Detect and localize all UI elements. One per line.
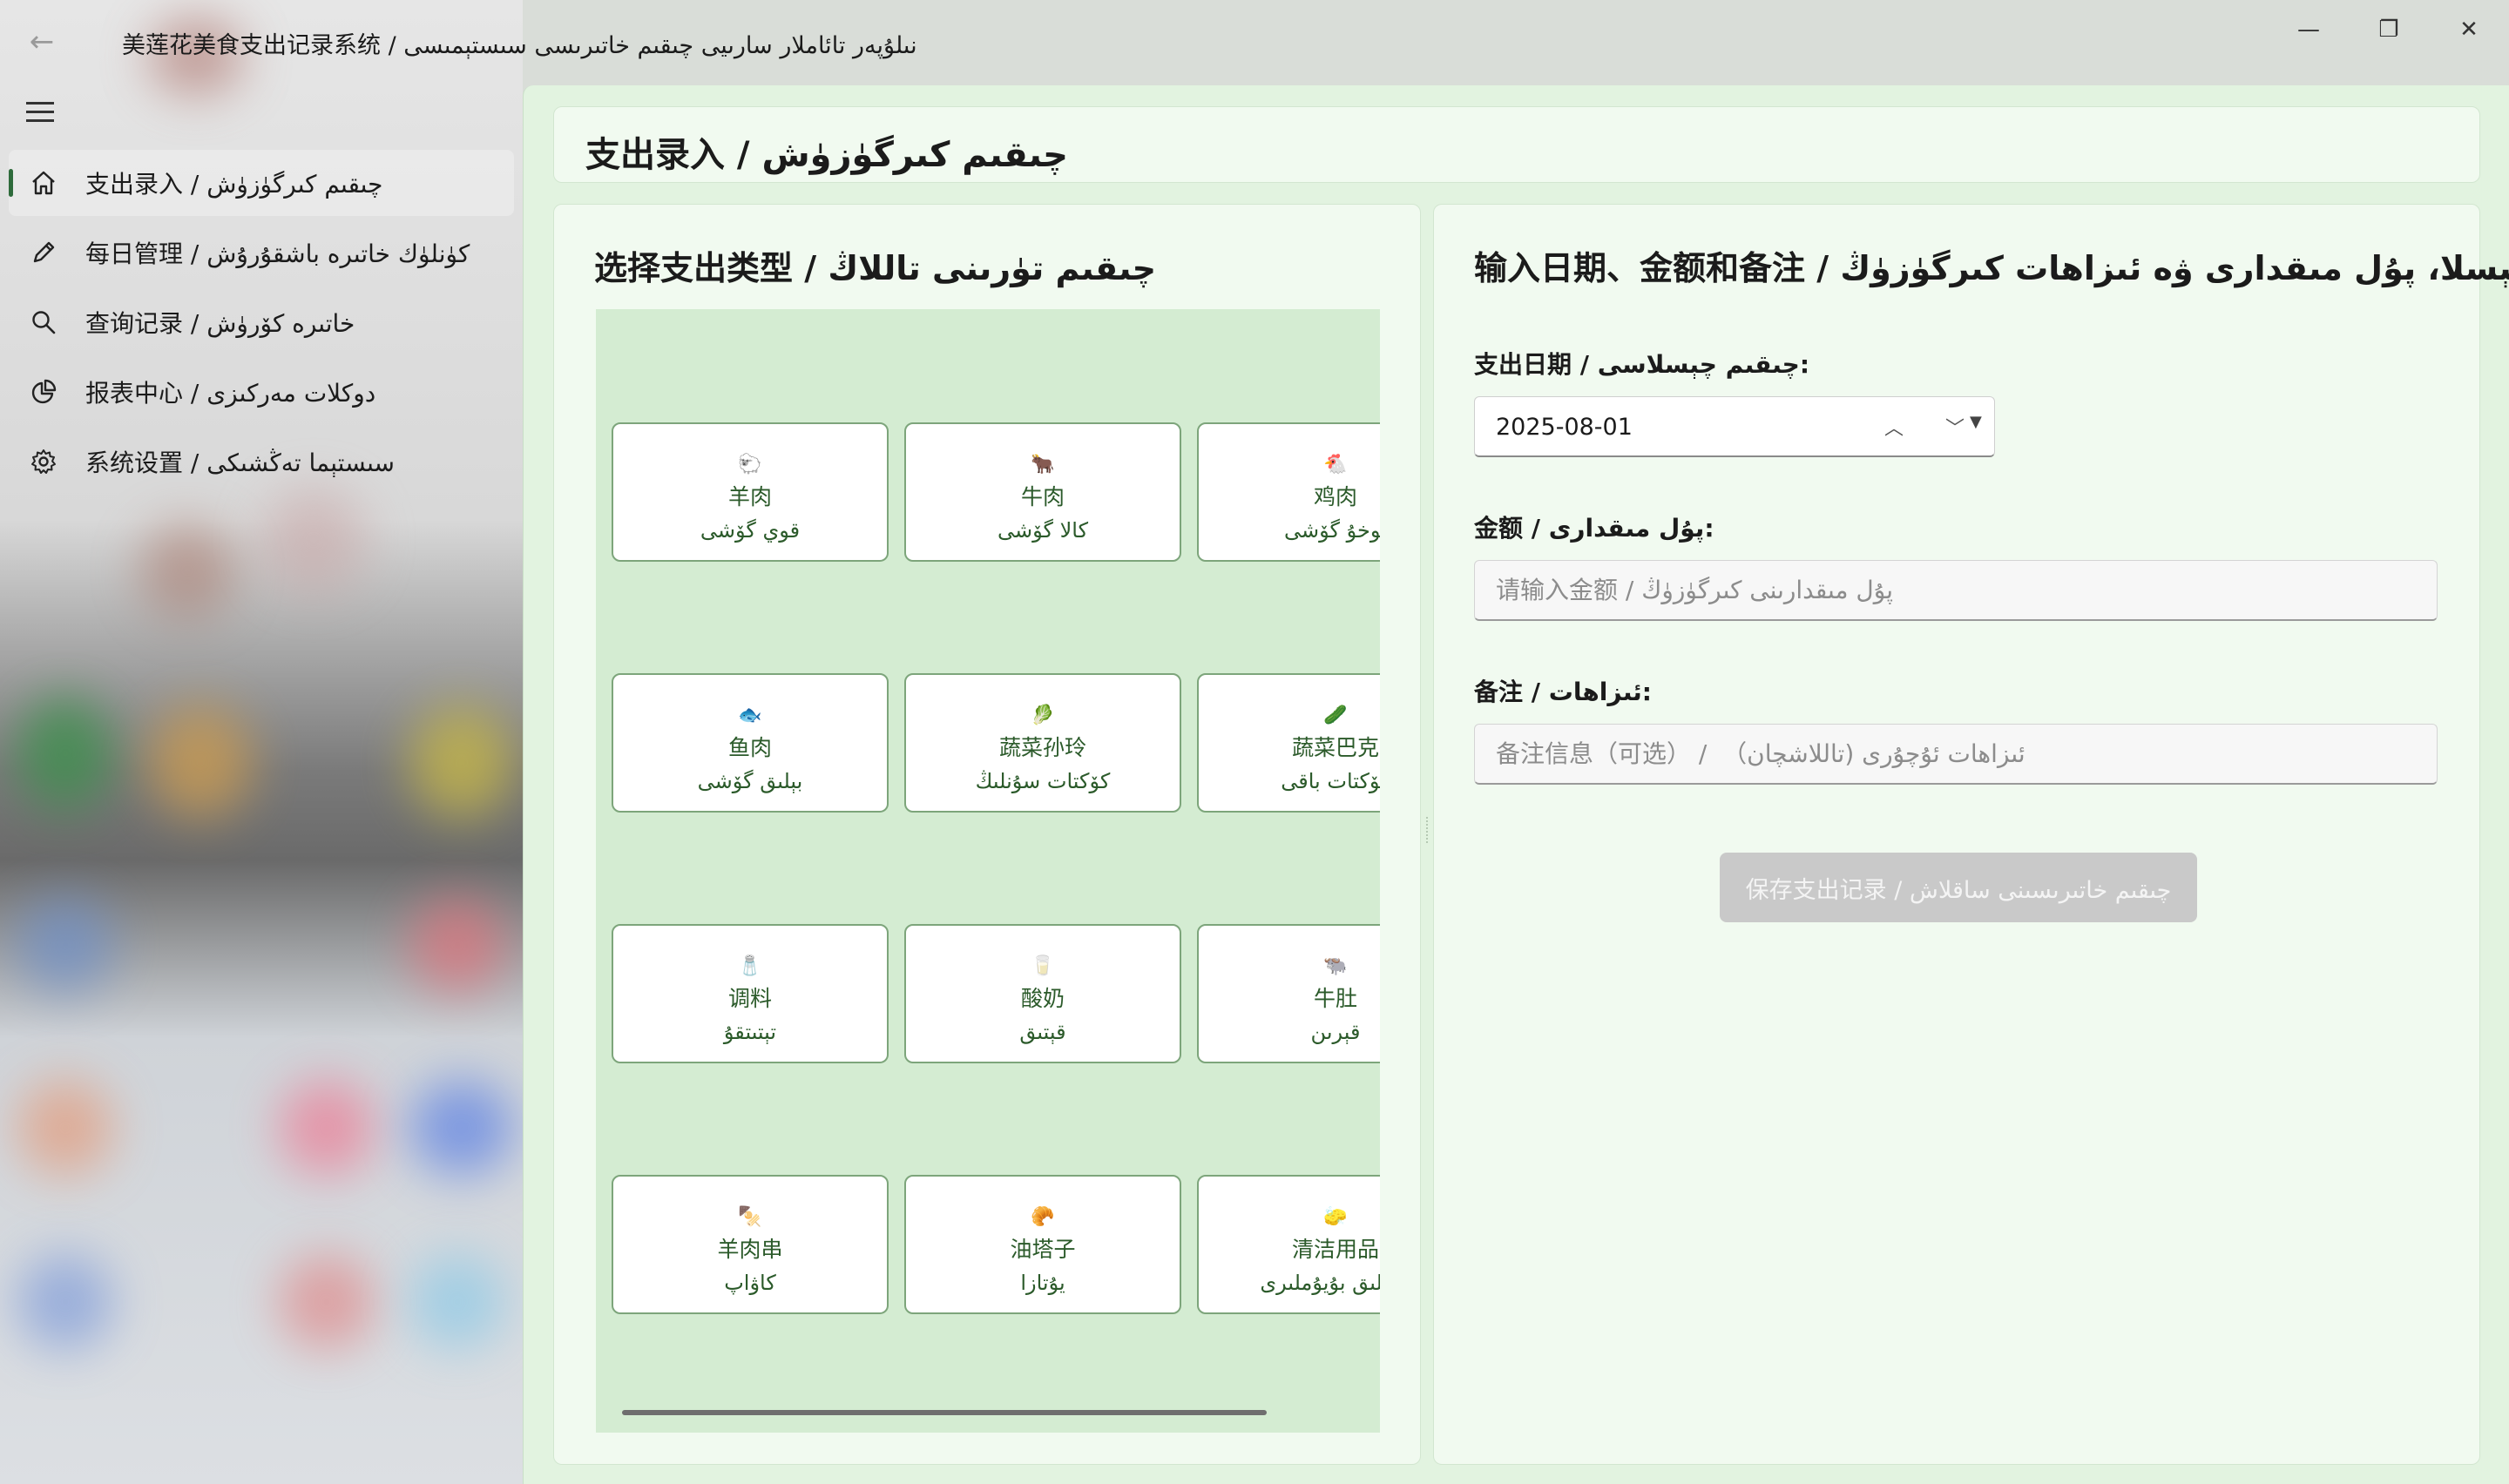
sidebar-item-query-records[interactable]: 查询记录 / خاتىرە كۆرۈش	[9, 289, 514, 355]
sidebar-nav: 支出录入 / چىقىم كىرگۈزۈش 每日管理 / كۈنلۈك خاتى…	[9, 150, 514, 498]
category-grid[interactable]: 🐑 羊肉 قوي گۆشى 🐂 牛肉 كالا گۆشى 🐔 鸡肉 توخۇ گۆشى 🐟 鱼肉 بې…	[596, 309, 1380, 1433]
entry-panel: 输入日期、金额和备注 / چېسلا، پۇل مىقدارى ۋە ئىزاھ…	[1433, 204, 2509, 1465]
category-label-ug: كالا گۆشى	[998, 518, 1088, 543]
category-label-ug: كۆكتات سۇنلىڭ	[975, 769, 1111, 793]
category-label-ug: قوي گۆشى	[700, 518, 801, 543]
category-button[interactable]: 🐂 牛肉 كالا گۆشى	[904, 422, 1181, 562]
sidebar-item-label: 支出录入 / چىقىم كىرگۈزۈش	[85, 170, 383, 199]
category-label-cn: 牛肉	[1020, 484, 1065, 509]
main-content: 支出录入 / چىقىم كىرگۈزۈش 选择支出类型 / چىقىم تۈر…	[523, 85, 2509, 1484]
sidebar-item-label: 每日管理 / كۈنلۈك خاتىرە باشقۇرۇش	[85, 239, 470, 268]
category-label-cn: 羊肉串	[717, 1237, 783, 1262]
category-label-cn: 鸡肉	[1313, 484, 1357, 509]
page-title: 支出录入 / چىقىم كىرگۈزۈش	[585, 135, 1068, 175]
date-picker[interactable]: 2025-08-01 ︿ ﹀ ▼	[1474, 396, 1995, 457]
note-label: 备注 / ئىزاھات:	[1474, 678, 1652, 706]
back-button[interactable]: ←	[23, 23, 61, 61]
category-label-ug: توخۇ گۆشى	[1284, 518, 1380, 543]
category-label-ug: كۆكتات باقى	[1281, 769, 1380, 793]
category-label-ug: تېتىتقۇ	[723, 1020, 777, 1044]
entry-panel-title: 输入日期、金额和备注 / چېسلا، پۇل مىقدارى ۋە ئىزاھ…	[1474, 249, 2509, 287]
dropdown-arrow-icon[interactable]: ▼	[1970, 413, 1982, 431]
category-emoji-icon: 🐑	[738, 454, 762, 476]
category-emoji-icon: 🧽	[1323, 1206, 1348, 1228]
window-title: 美莲花美食支出记录系统 / نىلۇپەر تائاملار سارىيى چى…	[122, 32, 917, 59]
category-label-ug: بېلىق گۆشى	[697, 769, 803, 793]
chevron-up-icon[interactable]: ︿	[1884, 413, 1904, 441]
category-label-cn: 羊肉	[727, 484, 772, 509]
maximize-button[interactable]: ❐	[2363, 12, 2415, 47]
category-button[interactable]: 🐟 鱼肉 بېلىق گۆشى	[612, 673, 889, 813]
category-button[interactable]: 🐃 牛肚 قېرىن	[1197, 924, 1380, 1063]
category-button[interactable]: 🧽 清洁用品 تازىلىق بۇيۇملىرى	[1197, 1175, 1380, 1314]
horizontal-scrollbar[interactable]	[622, 1410, 1267, 1415]
sidebar-item-system-settings[interactable]: 系统设置 / سىستېما تەڭشىكى	[9, 428, 514, 495]
category-label-cn: 鱼肉	[727, 735, 772, 760]
category-label-ug: قېرىن	[1310, 1020, 1361, 1044]
hamburger-icon[interactable]	[26, 98, 61, 125]
category-button[interactable]: 🍢 羊肉串 كاۋاپ	[612, 1175, 889, 1314]
save-button[interactable]: 保存支出记录 / چىقىم خاتىرىسىنى ساقلاش	[1720, 853, 2197, 922]
page-header: 支出录入 / چىقىم كىرگۈزۈش	[553, 106, 2480, 183]
category-button[interactable]: 🐑 羊肉 قوي گۆشى	[612, 422, 889, 562]
category-label-ug: يۇتازا	[1020, 1271, 1065, 1295]
category-button[interactable]: 🥐 油塔子 يۇتازا	[904, 1175, 1181, 1314]
category-button[interactable]: 🥬 蔬菜孙玲 كۆكتات سۇنلىڭ	[904, 673, 1181, 813]
date-label: 支出日期 / چىقىم چېسلاسى:	[1474, 350, 1810, 379]
category-button[interactable]: 🥒 蔬菜巴克 كۆكتات باقى	[1197, 673, 1380, 813]
category-button[interactable]: 🐔 鸡肉 توخۇ گۆشى	[1197, 422, 1380, 562]
date-value: 2025-08-01	[1496, 414, 1633, 441]
category-emoji-icon: 🥛	[1031, 955, 1055, 977]
pie-chart-icon	[26, 374, 61, 409]
close-button[interactable]: ✕	[2443, 12, 2495, 47]
category-label-cn: 油塔子	[1010, 1237, 1076, 1262]
search-icon	[26, 305, 61, 340]
category-emoji-icon: 🥐	[1031, 1206, 1055, 1228]
home-icon	[26, 165, 61, 200]
category-label-ug: تازىلىق بۇيۇملىرى	[1260, 1271, 1380, 1295]
category-label-cn: 牛肚	[1313, 986, 1357, 1011]
title-bar: ← 美莲花美食支出记录系统 / نىلۇپەر تائاملار سارىيى …	[0, 0, 2509, 85]
sidebar-item-daily-management[interactable]: 每日管理 / كۈنلۈك خاتىرە باشقۇرۇش	[9, 219, 514, 286]
category-emoji-icon: 🐔	[1323, 454, 1348, 476]
category-panel-title: 选择支出类型 / چىقىم تۈرىنى تاللاڭ	[594, 249, 1157, 287]
category-emoji-icon: 🥒	[1323, 705, 1348, 726]
category-label-cn: 酸奶	[1020, 986, 1065, 1011]
category-label-cn: 调料	[727, 986, 772, 1011]
category-button[interactable]: 🥛 酸奶 قېتىق	[904, 924, 1181, 1063]
category-label-cn: 蔬菜孙玲	[998, 735, 1086, 760]
category-emoji-icon: 🥬	[1031, 705, 1055, 726]
sidebar-item-label: 查询记录 / خاتىرە كۆرۈش	[85, 309, 355, 338]
category-emoji-icon: 🐂	[1031, 454, 1055, 476]
category-button[interactable]: 🧂 调料 تېتىتقۇ	[612, 924, 889, 1063]
gear-icon	[26, 444, 61, 479]
category-panel: 选择支出类型 / چىقىم تۈرىنى تاللاڭ 🐑 羊肉 قوي گۆشى…	[553, 204, 1421, 1465]
category-label-cn: 清洁用品	[1291, 1237, 1379, 1262]
category-emoji-icon: 🐃	[1323, 955, 1348, 977]
panel-splitter[interactable]	[1426, 817, 1430, 843]
amount-label: 金额 / پۇل مىقدارى:	[1474, 514, 1714, 543]
category-label-ug: قېتىق	[1019, 1020, 1066, 1044]
category-label-ug: كاۋاپ	[724, 1271, 776, 1295]
category-label-cn: 蔬菜巴克	[1291, 735, 1379, 760]
chevron-down-icon[interactable]: ﹀	[1945, 413, 1965, 441]
note-input[interactable]	[1474, 724, 2438, 785]
category-emoji-icon: 🐟	[738, 705, 762, 726]
sidebar-item-label: 报表中心 / دوكلات مەركىزى	[85, 379, 376, 408]
amount-input[interactable]	[1474, 560, 2438, 621]
category-emoji-icon: 🧂	[738, 955, 762, 977]
category-emoji-icon: 🍢	[738, 1206, 762, 1228]
pencil-icon	[26, 235, 61, 270]
sidebar-item-expense-entry[interactable]: 支出录入 / چىقىم كىرگۈزۈش	[9, 150, 514, 216]
sidebar-item-label: 系统设置 / سىستېما تەڭشىكى	[85, 449, 396, 477]
arrow-left-icon: ←	[29, 24, 55, 59]
sidebar-item-report-center[interactable]: 报表中心 / دوكلات مەركىزى	[9, 359, 514, 425]
minimize-button[interactable]: —	[2282, 12, 2335, 47]
